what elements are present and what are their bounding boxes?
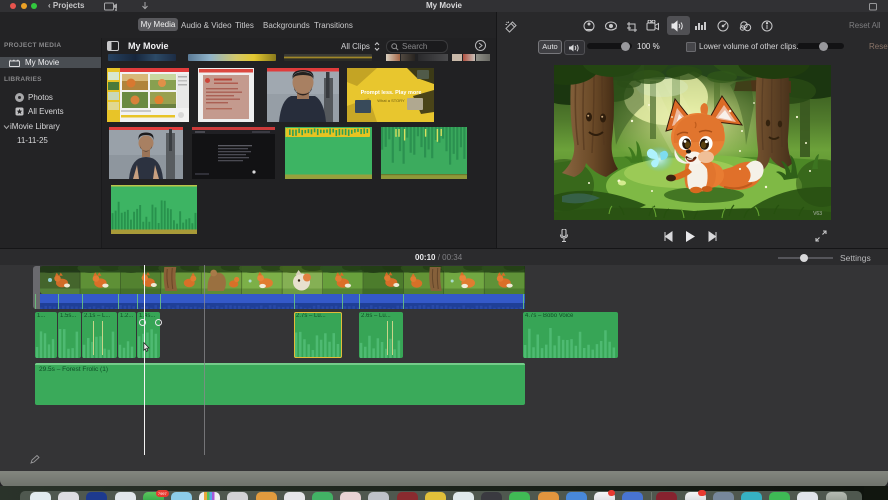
svg-text:What a STORY: What a STORY	[377, 98, 405, 103]
svg-text:Prompt less. Play more: Prompt less. Play more	[361, 90, 422, 96]
svg-text:V63: V63	[813, 211, 822, 217]
